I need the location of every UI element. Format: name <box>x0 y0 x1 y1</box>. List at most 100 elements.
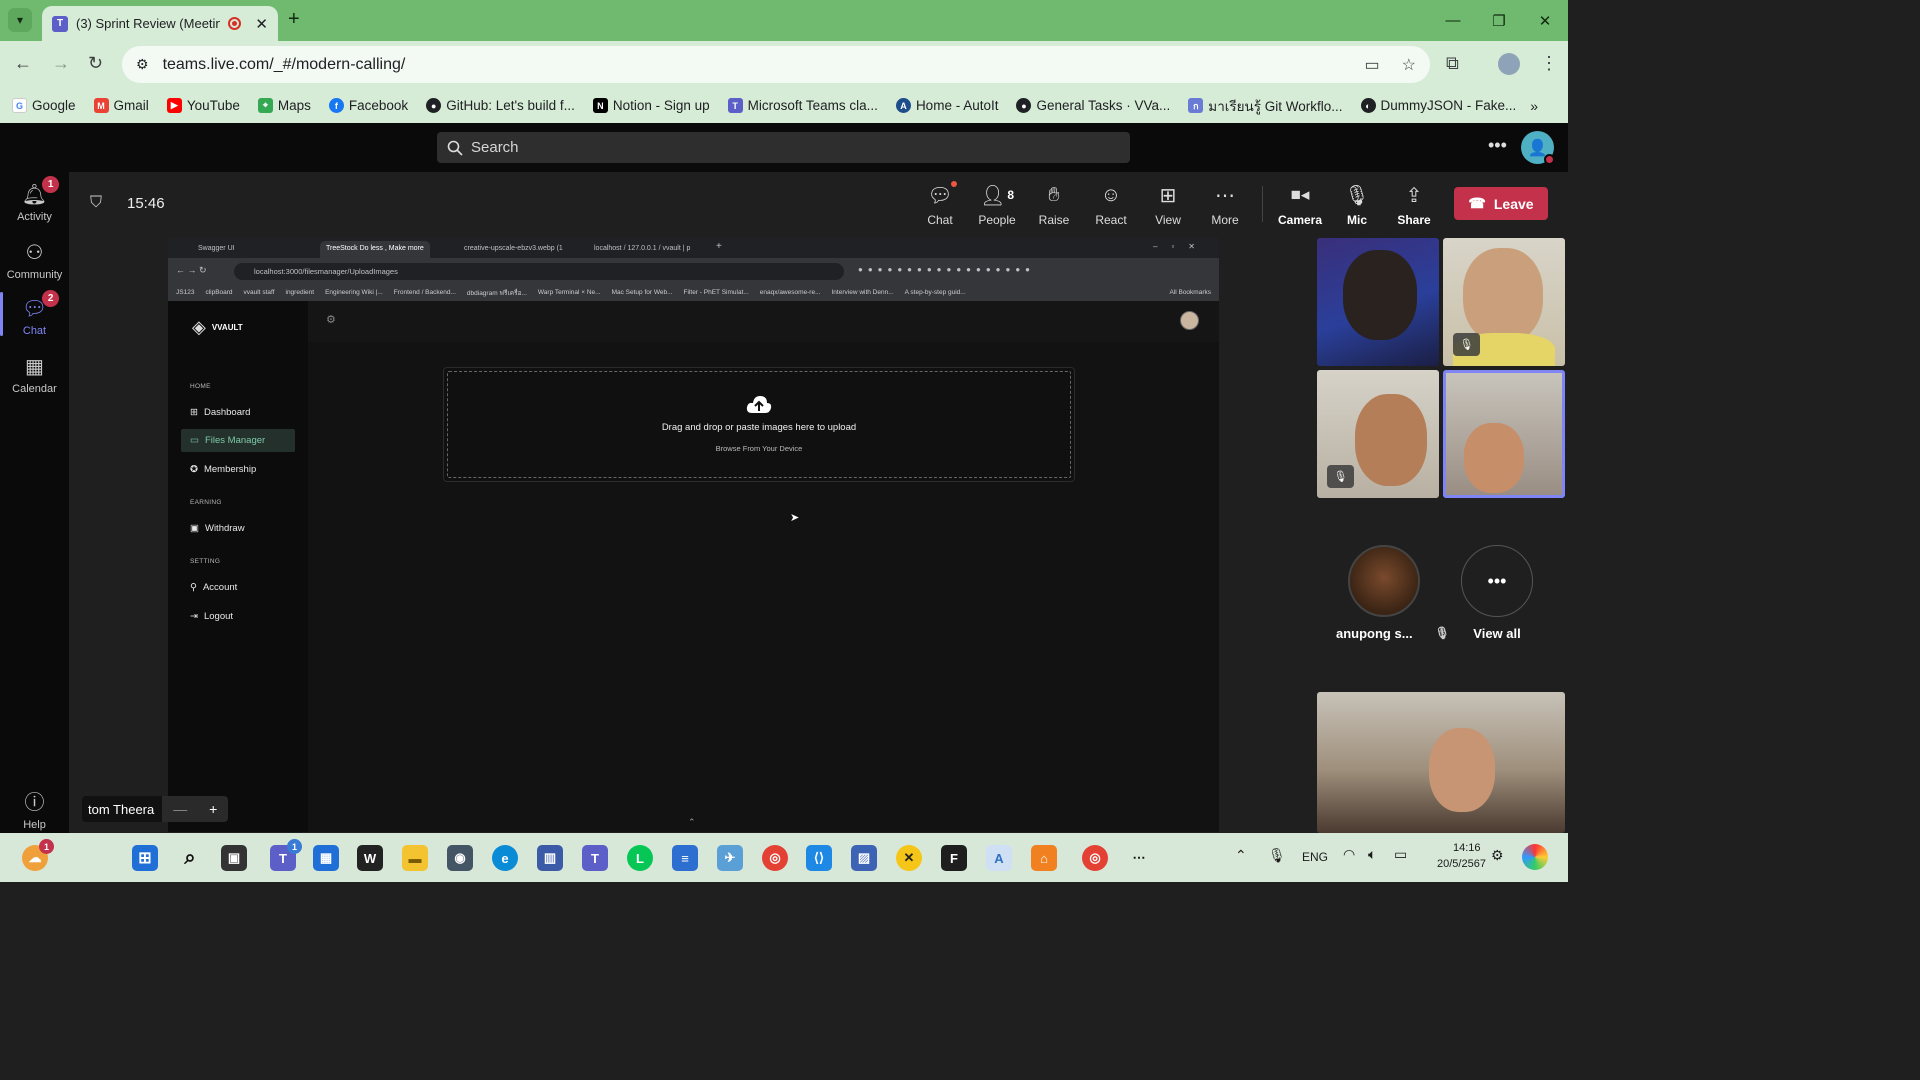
bookmark-general-tasks[interactable]: ● General Tasks · VVa... <box>1016 98 1170 113</box>
site-info-icon[interactable]: ⚙ <box>136 56 149 73</box>
camera-button[interactable]: ■◂ Camera <box>1272 183 1328 227</box>
nav-files-manager[interactable]: ▭ Files Manager <box>190 435 265 446</box>
rail-item-help[interactable]: ⓘ Help <box>0 786 69 831</box>
address-bar[interactable]: ⚙ teams.live.com/_#/modern-calling/ ▭ ☆ <box>122 46 1430 83</box>
profile-avatar[interactable] <box>1498 53 1520 75</box>
notification-icon[interactable]: ⚙ <box>1491 847 1504 864</box>
zoom-controls[interactable]: — + <box>162 796 229 822</box>
file-explorer-icon[interactable]: ▬ <box>402 845 428 871</box>
chrome-active-icon[interactable]: ◎ <box>1082 845 1108 871</box>
nav-dashboard[interactable]: ⊞ Dashboard <box>190 407 250 418</box>
browser-menu-icon[interactable]: ⋮ <box>1540 53 1558 74</box>
extensions-icon[interactable]: ⧉ <box>1446 53 1459 74</box>
bookmark-teams-class[interactable]: T Microsoft Teams cla... <box>727 98 878 113</box>
copilot-icon[interactable] <box>1522 844 1548 870</box>
view-all-button[interactable]: ••• <box>1461 545 1533 617</box>
translator-icon[interactable]: A <box>986 845 1012 871</box>
camera-permission-icon[interactable]: ▭ <box>1365 55 1380 75</box>
app-icon[interactable]: ⌂ <box>1031 845 1057 871</box>
bookmark-github[interactable]: ● GitHub: Let's build f... <box>426 98 575 113</box>
bookmark-youtube[interactable]: ▶ YouTube <box>166 98 240 113</box>
people-button[interactable]: 👤︎ 8 People <box>969 183 1025 228</box>
user-avatar[interactable] <box>1180 311 1199 330</box>
share-button[interactable]: ⇪ Share <box>1386 183 1442 228</box>
rail-item-activity[interactable]: 🔔︎ 1 Activity <box>0 176 69 223</box>
nav-membership[interactable]: ✪ Membership <box>190 464 256 475</box>
overflow-icon[interactable]: ⋯ <box>1126 845 1152 871</box>
bookmark-google[interactable]: G Google <box>12 98 76 113</box>
my-avatar[interactable]: 👤 <box>1521 131 1555 165</box>
new-tab-button[interactable]: + <box>288 8 300 31</box>
store-icon[interactable]: ▦ <box>313 845 339 871</box>
upload-dropzone[interactable]: Drag and drop or paste images here to up… <box>443 367 1075 482</box>
chat-button[interactable]: 💬︎ Chat <box>912 181 968 227</box>
forward-icon[interactable]: → <box>52 53 70 74</box>
bookmark-star-icon[interactable]: ☆ <box>1402 55 1416 75</box>
nav-account[interactable]: ⚲ Account <box>190 582 237 593</box>
bookmark-git-workflow[interactable]: กมาเรียนรู้ Git Workflo... <box>1188 95 1343 117</box>
notepad-icon[interactable]: ≡ <box>672 845 698 871</box>
teams-work-icon[interactable]: T <box>582 845 608 871</box>
language-indicator[interactable]: ENG <box>1302 850 1328 864</box>
taskbar-search-icon[interactable]: ⌕ <box>177 845 203 871</box>
tray-expand-icon[interactable]: ⌃ <box>1235 847 1247 864</box>
bookmark-dummyjson[interactable]: ◐ DummyJSON - Fake... <box>1360 98 1516 113</box>
warp-icon[interactable]: W <box>357 845 383 871</box>
collapse-chevron-icon[interactable]: ⌃ <box>688 817 696 828</box>
browse-link[interactable]: Browse From Your Device <box>444 444 1074 453</box>
nav-logout[interactable]: ⇥ Logout <box>190 611 233 622</box>
clock-time[interactable]: 14:16 <box>1453 842 1481 854</box>
participant-video-1[interactable] <box>1317 238 1439 366</box>
restore-icon[interactable]: ❐ <box>1476 0 1522 41</box>
participant-video-active-speaker[interactable] <box>1443 370 1565 498</box>
volume-icon[interactable]: 🔈︎ <box>1368 846 1376 863</box>
close-tab-icon[interactable]: ✕ <box>255 15 268 33</box>
reload-icon[interactable]: ↻ <box>88 53 103 74</box>
more-button[interactable]: ⋯ More <box>1197 183 1253 228</box>
bookmark-autoit[interactable]: A Home - AutoIt <box>895 98 998 113</box>
bookmarks-overflow-icon[interactable]: » <box>1530 98 1538 114</box>
shield-icon[interactable]: ⛉ <box>90 194 102 212</box>
participant-avatar[interactable] <box>1348 545 1420 617</box>
react-button[interactable]: ☺ React <box>1083 183 1139 228</box>
start-icon[interactable]: ⊞ <box>132 845 158 871</box>
battery-icon[interactable]: ▭ <box>1394 846 1407 863</box>
rail-item-chat[interactable]: 💬︎ 2 Chat <box>0 290 69 337</box>
participant-video-3[interactable]: 🎙︎ <box>1317 370 1439 498</box>
edge-icon[interactable]: e <box>492 845 518 871</box>
app-icon[interactable]: ▨ <box>851 845 877 871</box>
bookmark-facebook[interactable]: f Facebook <box>328 98 408 113</box>
teams-taskbar-icon[interactable]: T1 <box>270 839 302 871</box>
figma-icon[interactable]: F <box>941 845 967 871</box>
bookmark-gmail[interactable]: M Gmail <box>93 98 149 113</box>
remote-desktop-icon[interactable]: ▥ <box>537 845 563 871</box>
view-button[interactable]: ⊞ View <box>1140 183 1196 228</box>
tray-mic-icon[interactable]: 🎙︎ <box>1268 847 1286 864</box>
task-view-icon[interactable]: ▣ <box>221 845 247 871</box>
self-view-video[interactable] <box>1317 692 1565 833</box>
mic-button[interactable]: 🎙︎ Mic <box>1329 183 1385 228</box>
clock-date[interactable]: 20/5/2567 <box>1437 858 1486 870</box>
vscode-icon[interactable]: ⟨⟩ <box>806 845 832 871</box>
bookmark-notion[interactable]: N Notion - Sign up <box>592 98 710 113</box>
back-icon[interactable]: ← <box>14 53 32 74</box>
settings-more-icon[interactable]: ••• <box>1488 135 1507 156</box>
tab-search-icon[interactable]: ▾ <box>8 8 32 32</box>
line-icon[interactable]: L <box>627 845 653 871</box>
raise-hand-button[interactable]: ✋︎ Raise <box>1026 183 1082 228</box>
chrome-icon[interactable]: ◎ <box>762 845 788 871</box>
minimize-icon[interactable]: — <box>1430 0 1476 41</box>
browser-tab-active[interactable]: T (3) Sprint Review (Meeting) ✕ <box>42 6 278 41</box>
wifi-icon[interactable]: ◠ <box>1343 846 1355 863</box>
zoom-in-icon[interactable]: + <box>209 801 217 817</box>
rail-item-community[interactable]: ⚇ Community <box>0 240 69 281</box>
camera-app-icon[interactable]: ◉ <box>447 845 473 871</box>
weather-icon[interactable]: ☁ 1 <box>22 839 54 871</box>
notification-icon[interactable]: ⚙ <box>326 313 336 326</box>
search-input[interactable]: Search <box>437 132 1130 163</box>
nav-withdraw[interactable]: ▣ Withdraw <box>190 523 245 534</box>
app-icon[interactable]: ✈ <box>717 845 743 871</box>
close-window-icon[interactable]: ✕ <box>1522 0 1568 41</box>
xampp-icon[interactable]: ✕ <box>896 845 922 871</box>
bookmark-maps[interactable]: ⌖ Maps <box>257 98 311 113</box>
